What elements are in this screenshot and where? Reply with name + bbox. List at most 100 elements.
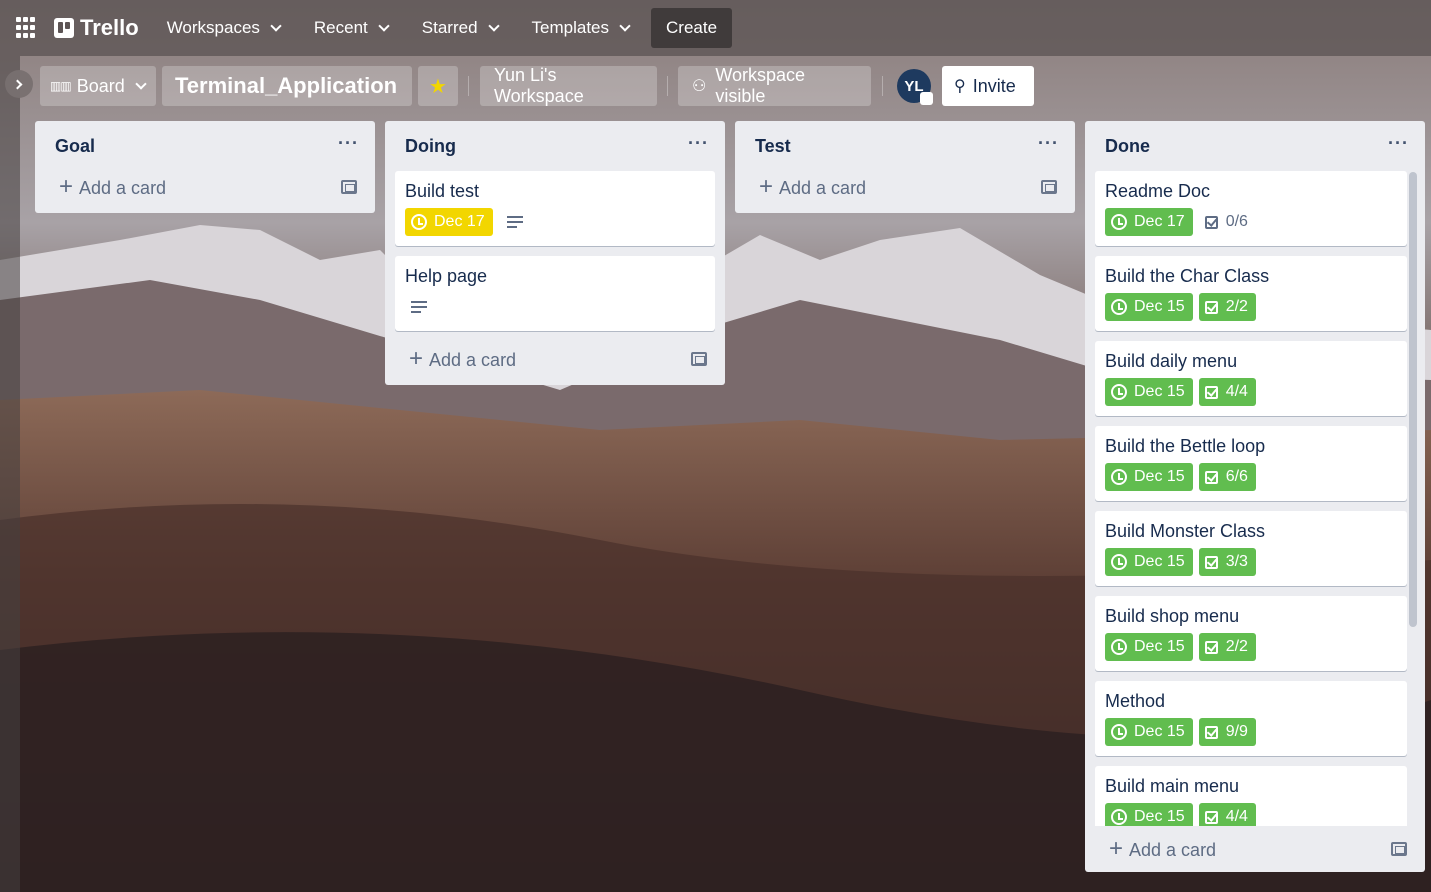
board-title[interactable]: Terminal_Application: [162, 66, 412, 106]
due-date-badge[interactable]: Dec 15: [1105, 293, 1193, 321]
card[interactable]: Build the Bettle loop Dec 15 6/6: [1095, 426, 1407, 501]
card-badges: Dec 15 2/2: [1105, 293, 1397, 321]
list-header: Test ···: [735, 121, 1075, 171]
card-template-icon[interactable]: [691, 352, 707, 366]
card-title: Build test: [405, 181, 480, 201]
card[interactable]: Build shop menu Dec 15 2/2: [1095, 596, 1407, 671]
expand-sidebar-button[interactable]: [5, 70, 33, 98]
card[interactable]: Method Dec 15 9/9: [1095, 681, 1407, 756]
list-title[interactable]: Doing: [405, 136, 456, 157]
due-date: Dec 15: [1134, 553, 1185, 570]
chevron-down-icon: [135, 77, 147, 90]
card-title: Build main menu: [1105, 776, 1240, 796]
member-avatar[interactable]: YL: [897, 69, 933, 105]
board-view-switcher[interactable]: ▥▥ Board: [40, 66, 156, 106]
top-navigation: Trello Workspaces Recent Starred Templat…: [0, 0, 1431, 56]
divider: [468, 76, 469, 96]
list-goal: Goal ··· + Add a card: [35, 121, 375, 213]
card[interactable]: Readme Doc Dec 17 0/6: [1095, 171, 1407, 246]
checklist-icon: [1204, 385, 1218, 399]
trello-logo[interactable]: Trello: [54, 15, 139, 41]
workspaces-menu-button[interactable]: Workspaces: [157, 9, 290, 47]
checklist-count: 0/6: [1225, 213, 1248, 230]
starred-menu-button[interactable]: Starred: [412, 9, 508, 47]
card[interactable]: Build daily menu Dec 15 4/4: [1095, 341, 1407, 416]
add-card-label: Add a card: [779, 178, 867, 198]
checklist-count: 9/9: [1225, 723, 1248, 740]
add-member-icon: ⚲: [954, 78, 966, 95]
card[interactable]: Help page: [395, 256, 715, 331]
checklist-badge: 2/2: [1198, 633, 1256, 661]
visibility-button[interactable]: ⚇ Workspace visible: [678, 65, 871, 106]
plus-icon: +: [1109, 835, 1124, 862]
add-card-row: + Add a card: [35, 165, 375, 209]
templates-menu-button[interactable]: Templates: [522, 9, 639, 47]
checklist-count: 3/3: [1225, 553, 1248, 570]
create-button[interactable]: Create: [651, 8, 733, 48]
card-list[interactable]: Readme Doc Dec 17 0/6 Build the Char Cla…: [1085, 171, 1425, 826]
clock-icon: [1111, 639, 1127, 655]
plus-icon: +: [759, 173, 774, 200]
due-date: Dec 17: [434, 213, 485, 230]
board-view-label: Board: [76, 75, 125, 96]
card-template-icon[interactable]: [1041, 180, 1057, 194]
checklist-count: 2/2: [1225, 638, 1248, 655]
due-date-badge[interactable]: Dec 15: [1105, 548, 1193, 576]
done-cards: Readme Doc Dec 17 0/6 Build the Char Cla…: [1085, 171, 1425, 826]
due-date-badge[interactable]: Dec 15: [1105, 803, 1193, 826]
templates-label: Templates: [531, 18, 610, 37]
card[interactable]: Build main menu Dec 15 4/4: [1095, 766, 1407, 826]
add-card-button[interactable]: + Add a card: [59, 175, 166, 199]
card[interactable]: Build test Dec 17: [395, 171, 715, 246]
card-badges: Dec 15 4/4: [1105, 803, 1397, 826]
due-date-badge[interactable]: Dec 15: [1105, 378, 1193, 406]
invite-button[interactable]: ⚲ Invite: [942, 66, 1034, 106]
checklist-count: 2/2: [1225, 298, 1248, 315]
star-board-button[interactable]: ★: [418, 66, 458, 106]
clock-icon: [1111, 809, 1127, 825]
list-menu-icon[interactable]: ···: [1038, 133, 1059, 154]
divider: [882, 76, 883, 96]
card-template-icon[interactable]: [1391, 842, 1407, 856]
list-menu-icon[interactable]: ···: [688, 133, 709, 154]
card[interactable]: Build the Char Class Dec 15 2/2: [1095, 256, 1407, 331]
due-date: Dec 15: [1134, 723, 1185, 740]
card-template-icon[interactable]: [341, 180, 357, 194]
list-scrollbar[interactable]: [1409, 172, 1417, 627]
list-title[interactable]: Goal: [55, 136, 95, 157]
list-header: Doing ···: [385, 121, 725, 171]
starred-label: Starred: [421, 18, 478, 37]
card[interactable]: Build Monster Class Dec 15 3/3: [1095, 511, 1407, 586]
workspaces-label: Workspaces: [166, 18, 260, 37]
card-title: Build shop menu: [1105, 606, 1240, 626]
app-switcher-icon[interactable]: [16, 17, 38, 39]
due-date-badge[interactable]: Dec 15: [1105, 718, 1193, 746]
list-title[interactable]: Done: [1105, 136, 1150, 157]
trello-logo-icon: [54, 18, 74, 38]
checklist-icon: [1204, 300, 1218, 314]
description-icon: [506, 216, 523, 228]
add-card-button[interactable]: + Add a card: [1109, 837, 1216, 861]
card-title: Help page: [405, 266, 488, 286]
card-badges: Dec 15 2/2: [1105, 633, 1397, 661]
card-badges: Dec 17: [405, 208, 705, 236]
clock-icon: [1111, 724, 1127, 740]
due-date-badge[interactable]: Dec 15: [1105, 463, 1193, 491]
checklist-badge: 4/4: [1198, 378, 1256, 406]
due-date-badge[interactable]: Dec 17: [405, 208, 493, 236]
checklist-icon: [1204, 470, 1218, 484]
workspace-button[interactable]: Yun Li's Workspace: [480, 65, 657, 106]
list-menu-icon[interactable]: ···: [338, 133, 359, 154]
add-card-button[interactable]: + Add a card: [759, 175, 866, 199]
due-date-badge[interactable]: Dec 17: [1105, 208, 1193, 236]
add-card-row: + Add a card: [1085, 826, 1425, 872]
admin-badge-icon: [920, 92, 933, 105]
due-date-badge[interactable]: Dec 15: [1105, 633, 1193, 661]
list-menu-icon[interactable]: ···: [1388, 133, 1409, 154]
description-icon: [411, 301, 427, 313]
list-title[interactable]: Test: [755, 136, 791, 157]
add-card-button[interactable]: + Add a card: [409, 347, 516, 371]
recent-menu-button[interactable]: Recent: [304, 9, 398, 47]
checklist-badge: 2/2: [1198, 293, 1256, 321]
due-date: Dec 15: [1134, 468, 1185, 485]
